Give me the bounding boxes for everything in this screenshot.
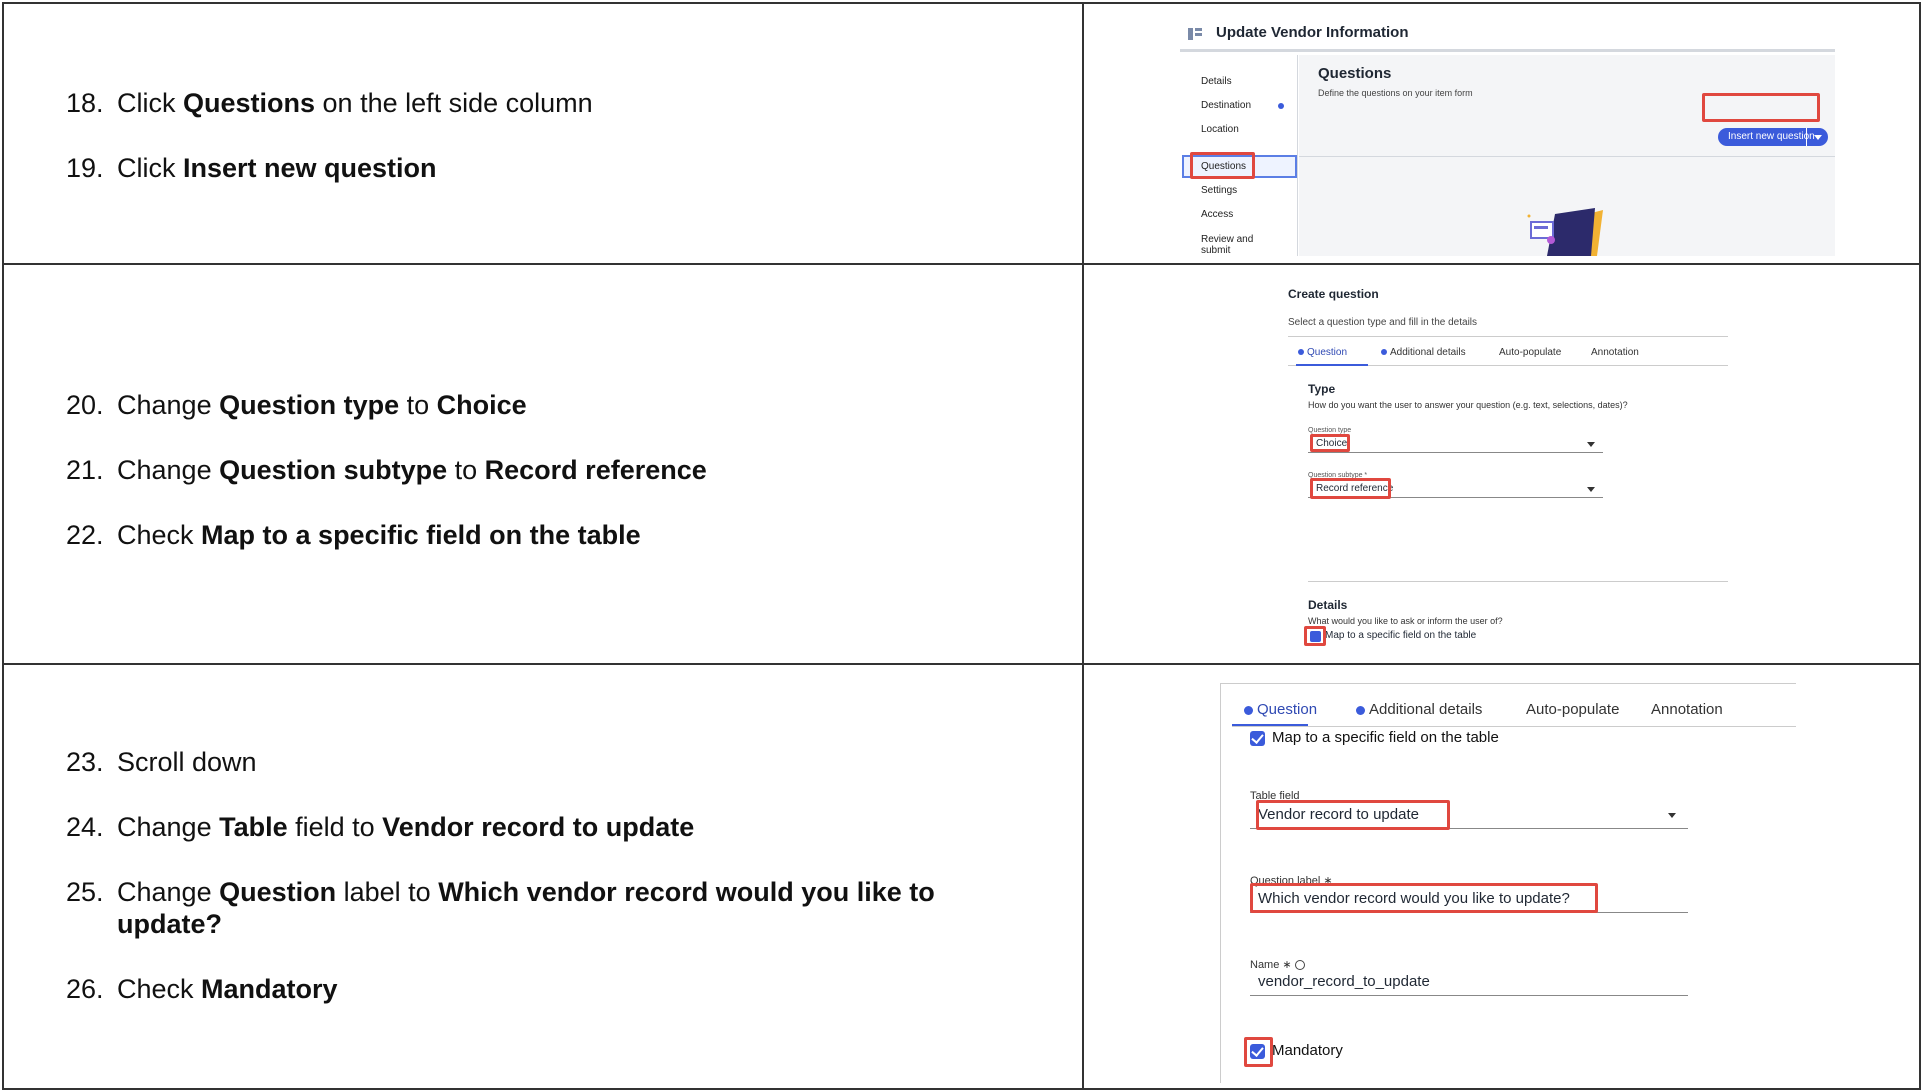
step-item: 22. Check Map to a specific field on the … [66,520,641,550]
tab-annotation[interactable]: Annotation [1651,701,1723,718]
highlight-box [1190,152,1255,179]
step-item: 19. Click Insert new question [66,153,437,183]
form-icon [1188,28,1202,40]
illustration-icon [1527,208,1603,256]
step-list: 23. Scroll down 24. Change Table field to … [66,746,1026,1038]
screenshot-cell: Create question Select a question type a… [1084,265,1919,663]
map-field-checkbox[interactable] [1250,731,1265,746]
sidebar-item-access[interactable]: Access [1201,209,1271,220]
status-dot [1356,705,1365,715]
mandatory-label: Mandatory [1272,1042,1343,1059]
instruction-row-3: 23. Scroll down 24. Change Table field to … [4,665,1919,1090]
chevron-down-icon [1587,442,1595,447]
step-item: 23. Scroll down [66,747,257,777]
status-dot [1298,349,1304,356]
highlight-box [1702,93,1820,122]
screenshot-question-fields: Question Additional details Auto-populat… [1220,683,1796,1083]
questions-description: Define the questions on your item form [1318,88,1473,98]
tab-additional-details[interactable]: Additional details [1381,347,1466,358]
status-dot [1381,349,1387,356]
step-item: 20. Change Question type to Choice [66,390,527,420]
step-item: 24. Change Table field to Vendor record t… [66,812,695,842]
step-list: 20. Change Question type to Choice 21. Cha… [66,389,1026,584]
question-type-select[interactable]: Choice [1308,435,1603,453]
tab-auto-populate[interactable]: Auto-populate [1526,701,1619,718]
highlight-box [1310,478,1391,499]
highlight-box [1244,1037,1273,1067]
sidebar-item-details[interactable]: Details [1201,76,1271,87]
form-header: Update Vendor Information [1180,18,1835,52]
tab-question[interactable]: Question [1298,347,1347,358]
step-item: 25. Change Question label to Which vendor… [66,877,935,939]
dialog-title: Create question [1288,287,1379,301]
steps-cell: 23. Scroll down 24. Change Table field to … [4,665,1084,1090]
sidebar-item-review[interactable]: Review and submit [1201,234,1261,256]
form-sidebar: Details Destination Location Questions S… [1180,55,1298,256]
type-heading: Type [1308,382,1336,396]
chevron-down-icon [1668,813,1676,818]
screenshot-cell: Update Vendor Information Details Destin… [1084,4,1919,263]
steps-cell: 18. Click Questions on the left side colu… [4,4,1084,263]
details-heading: Details [1308,598,1348,612]
step-item: 21. Change Question subtype to Record ref… [66,455,707,485]
tab-auto-populate[interactable]: Auto-populate [1499,347,1561,358]
map-field-label: Map to a specific field on the table [1272,729,1499,746]
step-list: 18. Click Questions on the left side colu… [66,87,1026,217]
tab-annotation[interactable]: Annotation [1591,347,1639,358]
name-input[interactable]: vendor_record_to_update [1250,968,1688,996]
instruction-row-1: 18. Click Questions on the left side colu… [4,4,1919,265]
sidebar-item-location[interactable]: Location [1201,124,1271,135]
question-tabs: Question Additional details Auto-populat… [1288,336,1728,366]
highlight-box [1304,626,1326,646]
question-tabs: Question Additional details Auto-populat… [1232,697,1796,727]
chevron-down-icon [1587,487,1595,492]
step-item: 18. Click Questions on the left side colu… [66,88,593,118]
highlight-box [1256,800,1450,830]
type-description: How do you want the user to answer your … [1308,400,1628,410]
status-dot [1278,103,1284,109]
tab-additional-details[interactable]: Additional details [1356,701,1482,718]
questions-heading: Questions [1318,65,1392,82]
form-title: Update Vendor Information [1216,24,1409,41]
sidebar-item-settings[interactable]: Settings [1201,185,1271,196]
screenshot-create-question: Create question Select a question type a… [1288,280,1738,650]
map-field-label: Map to a specific field on the table [1325,630,1477,641]
details-description: What would you like to ask or inform the… [1308,616,1503,626]
insert-new-question-button[interactable]: Insert new question [1718,128,1828,146]
screenshot-cell: Question Additional details Auto-populat… [1084,665,1919,1090]
status-dot [1244,705,1253,715]
step-item: 26. Check Mandatory [66,974,338,1004]
instruction-table: 18. Click Questions on the left side colu… [2,2,1921,1090]
highlight-box [1310,434,1350,452]
tab-question[interactable]: Question [1244,701,1317,718]
highlight-box [1250,883,1598,913]
chevron-down-icon [1814,135,1822,140]
steps-cell: 20. Change Question type to Choice 21. Cha… [4,265,1084,663]
instruction-row-2: 20. Change Question type to Choice 21. Cha… [4,265,1919,665]
question-type-label: Question type [1308,427,1352,434]
screenshot-update-vendor: Update Vendor Information Details Destin… [1180,18,1835,256]
dialog-subtitle: Select a question type and fill in the d… [1288,317,1478,328]
sidebar-item-destination[interactable]: Destination [1201,100,1271,111]
